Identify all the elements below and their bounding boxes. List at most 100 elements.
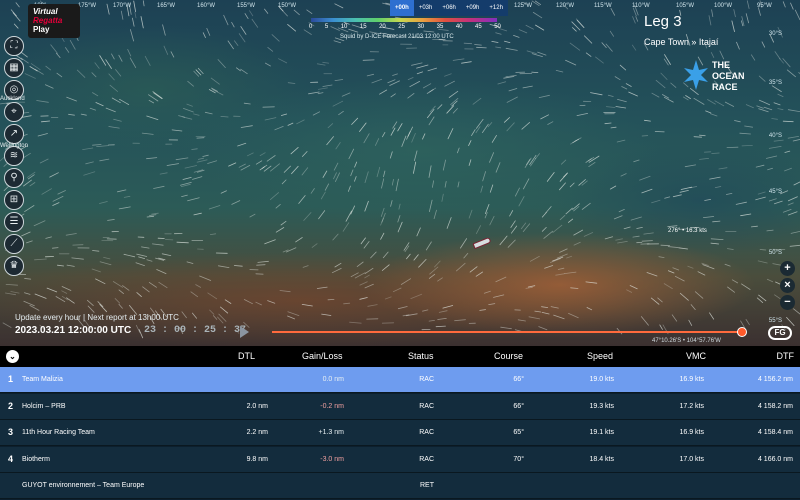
table-row[interactable]: 4 Biotherm 9.8 nm -3.0 nm RAC 70° 18.4 kts 17.0…: [0, 446, 800, 473]
virtual-regatta-logo[interactable]: Virtual Regatta Play: [28, 4, 80, 38]
column-header[interactable]: Course: [494, 351, 523, 361]
status-cell: RAC: [419, 376, 434, 383]
ocean-race-emblem-icon: [684, 60, 708, 90]
wind-map[interactable]: 180°175°W170°W165°W160°W155°W150°W125°W1…: [0, 0, 800, 346]
column-header[interactable]: Gain/Loss: [302, 351, 343, 361]
vmc-cell: 16.9 kts: [679, 429, 704, 437]
timeline-knob[interactable]: [737, 327, 747, 337]
scale-label: 35: [436, 24, 444, 30]
left-toolbar: ⛶ ▦ ◎ ⌖ ↗ ≋ ⚲ ⊞ ☰ ⟋ ♛: [4, 36, 26, 278]
dtl-cell: 9.8 nm: [246, 455, 268, 463]
scale-label: 25: [398, 24, 405, 30]
longitude-label: 155°W: [237, 3, 256, 9]
team-name-cell: Holcim – PRB: [22, 402, 66, 410]
table-row[interactable]: 1 Team Malizia 0.0 nm RAC 66° 19.0 kts 16.9 kt…: [0, 367, 800, 393]
map-icon[interactable]: ▦: [4, 58, 24, 78]
gain-loss-cell: -0.2 nm: [320, 402, 344, 410]
table-row[interactable]: GUYOT environnement – Team Europe RET: [0, 473, 800, 500]
app-root: 180°175°W170°W165°W160°W155°W150°W125°W1…: [0, 0, 800, 500]
logo-line-2: Regatta: [33, 16, 63, 25]
scale-label: 50: [494, 24, 501, 30]
rocket-icon[interactable]: ⚲: [4, 168, 24, 188]
zoom-out-button[interactable]: −: [780, 295, 795, 310]
zoom-in-button[interactable]: +: [780, 261, 795, 276]
status-cell: RAC: [419, 429, 434, 437]
grid-icon[interactable]: ⊞: [4, 190, 24, 210]
cursor-coordinates: 47°10.26'S • 104°57.76'W: [652, 338, 721, 344]
wind-icon[interactable]: ≋: [4, 146, 24, 166]
forecast-tab[interactable]: +03h: [414, 0, 438, 16]
speed-cell: 19.0 kts: [589, 376, 614, 383]
longitude-label: 95°W: [757, 3, 772, 9]
rank-cell: 2: [8, 400, 14, 411]
course-cell: 66°: [513, 402, 524, 410]
update-info: Update every hour | Next report at 13h00…: [15, 313, 179, 322]
speed-cell: 18.4 kts: [589, 455, 614, 463]
gain-loss-cell: +1.3 nm: [318, 429, 345, 437]
longitude-label: 170°W: [113, 3, 132, 9]
table-row[interactable]: 2 Holcim – PRB 2.0 nm -0.2 nm RAC 66° 19.3 kts…: [0, 393, 800, 420]
column-header[interactable]: DTL: [238, 351, 255, 361]
longitude-label: 110°W: [632, 3, 650, 9]
play-button[interactable]: [240, 326, 249, 338]
layers-icon[interactable]: ⛶: [4, 36, 24, 56]
close-button[interactable]: ×: [780, 278, 795, 293]
dtl-cell: 2.2 nm: [246, 429, 268, 437]
status-cell: RAC: [419, 402, 434, 410]
column-header[interactable]: DTF: [777, 351, 795, 361]
trophy-icon[interactable]: ♛: [4, 256, 24, 276]
status-cell: RET: [420, 482, 434, 490]
vmc-cell: 17.0 kts: [679, 455, 704, 463]
dtf-cell: 4 158.2 nm: [757, 402, 793, 410]
ocean-logo-line-1: THE: [712, 60, 730, 70]
wind-speed-scale-labels: 0 5 10 15 20 25 30 35 40 45 50: [309, 24, 501, 30]
compass-icon[interactable]: ↗: [4, 124, 24, 144]
collapse-chevron-icon[interactable]: ⌄: [6, 350, 19, 363]
rank-cell: 3: [8, 427, 14, 438]
scale-label: 5: [324, 24, 329, 30]
fg-logo: FG: [768, 326, 792, 340]
scale-label: 20: [379, 24, 386, 30]
target-icon[interactable]: ⌖: [4, 102, 24, 122]
leg-title: Leg 3: [644, 13, 682, 30]
scale-label: 0: [309, 24, 313, 30]
table-row[interactable]: 3 11th Hour Racing Team 2.2 nm +1.3 nm RAC 65…: [0, 420, 800, 447]
column-header[interactable]: VMC: [686, 351, 706, 361]
forecast-tab[interactable]: +00h: [390, 0, 414, 16]
scale-label: 40: [455, 24, 463, 30]
scale-label: 45: [475, 24, 482, 30]
forecast-tab[interactable]: +12h: [484, 0, 508, 16]
vmc-cell: 17.2 kts: [679, 402, 704, 410]
rank-cell: 4: [8, 453, 14, 464]
table-header: ⌄ DTL Gain/Loss Status Course Speed VMC DTF: [0, 346, 800, 367]
options-icon[interactable]: ☰: [4, 212, 24, 232]
wind-particles: [0, 0, 800, 339]
dtl-cell: 2.0 nm: [246, 402, 268, 410]
place-label-auckland: Auckland: [0, 96, 25, 102]
status-cell: RAC: [419, 455, 434, 463]
latitude-label: 45°S: [768, 189, 782, 195]
wind-speed-scale-bar: [311, 18, 497, 22]
leg-route: Cape Town » Itajaí: [644, 37, 719, 47]
longitude-label: 160°W: [197, 3, 216, 9]
report-date: 2023.03.21 12:00:00 UTC: [15, 325, 132, 336]
team-name-cell: Team Malizia: [22, 376, 63, 383]
column-header[interactable]: Speed: [587, 351, 613, 361]
rank-cell: 1: [8, 374, 14, 384]
boat-wind-readout: 276° • 16.3 kts: [668, 228, 707, 234]
latitude-label: 30°S: [768, 31, 782, 37]
timeline-track[interactable]: [272, 331, 742, 333]
logo-line-1: Virtual: [33, 7, 58, 16]
forecast-tab[interactable]: +06h: [437, 0, 461, 16]
scale-label: 10: [340, 24, 348, 30]
scale-label: 30: [417, 24, 425, 30]
the-ocean-race-logo: THE OCEAN RACE: [682, 58, 772, 100]
column-header[interactable]: Status: [408, 351, 434, 361]
longitude-label: 125°W: [514, 3, 533, 9]
forecast-tab[interactable]: +09h: [461, 0, 485, 16]
ocean-logo-line-3: RACE: [712, 82, 738, 92]
chart-icon[interactable]: ⟋: [4, 234, 24, 254]
logo-line-3: Play: [33, 25, 50, 34]
dtf-cell: 4 166.0 nm: [757, 455, 793, 463]
latitude-label: 50°S: [768, 250, 782, 256]
